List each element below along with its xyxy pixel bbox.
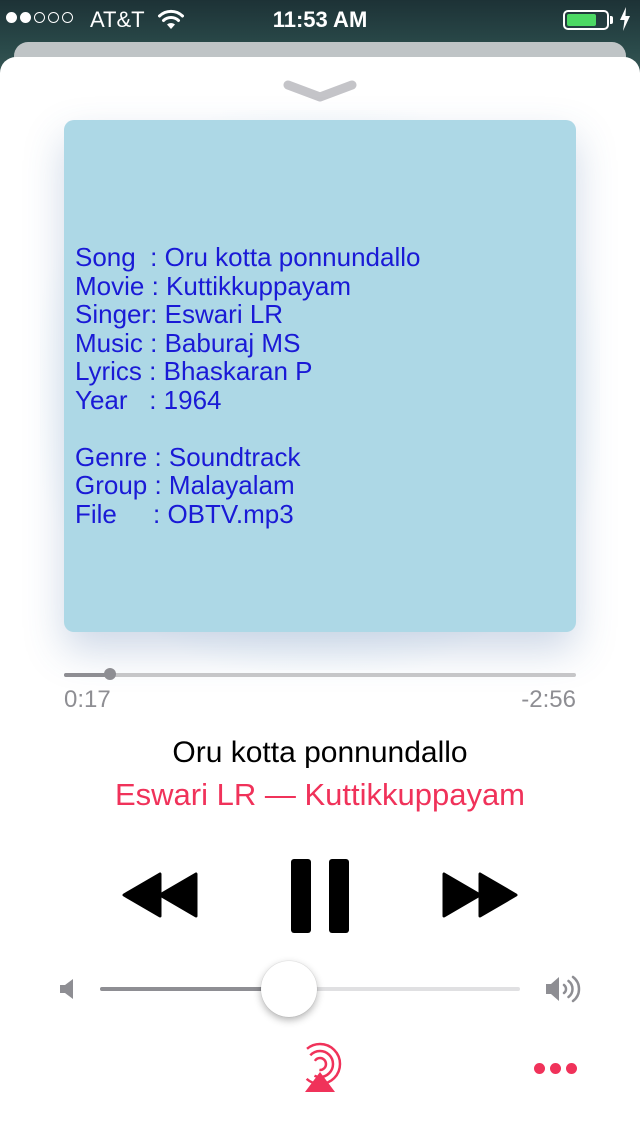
artwork-line: Movie : Kuttikkuppayam (75, 270, 352, 301)
artwork-line: Music : Baburaj MS (75, 327, 301, 358)
more-dot (566, 1062, 577, 1074)
pause-icon[interactable] (291, 859, 349, 933)
chevron-down-icon[interactable] (283, 78, 357, 104)
more-dot (534, 1062, 545, 1074)
artwork-line: Group : Malayalam (75, 470, 295, 500)
battery-tip (610, 16, 613, 24)
elapsed-time: 0:17 (64, 686, 111, 713)
rewind-icon[interactable] (122, 872, 198, 918)
charging-bolt-icon (620, 7, 630, 31)
more-icon[interactable] (534, 1058, 580, 1078)
volume-knob[interactable] (261, 961, 317, 1017)
artwork-line: Song : Oru kotta ponnundallo (75, 242, 421, 272)
remaining-time: -2:56 (521, 686, 576, 713)
airplay-icon[interactable] (295, 1042, 345, 1094)
battery-icon (563, 10, 609, 30)
clock: 11:53 AM (272, 7, 368, 32)
more-dot (550, 1062, 561, 1074)
battery-level (567, 14, 596, 26)
artwork-line (75, 414, 420, 443)
artwork-line: Lyrics : Bhaskaran P (75, 356, 313, 386)
artwork-line: Singer: Eswari LR (75, 299, 284, 329)
artist-album[interactable]: Eswari LR — Kuttikkuppayam (0, 777, 640, 813)
status-bar: AT&T 11:53 AM (0, 0, 640, 40)
volume-low-icon (60, 979, 73, 999)
volume-high-icon (546, 975, 581, 1003)
artwork-line: Genre : Soundtrack (75, 441, 301, 472)
song-title: Oru kotta ponnundallo (172, 736, 468, 769)
progress-track[interactable] (64, 673, 576, 677)
fast-forward-icon[interactable] (442, 872, 518, 918)
artwork-text: Song : Oru kotta ponnundallo Movie : Kutt… (75, 243, 420, 528)
artwork-line: Year : 1964 (75, 384, 222, 415)
progress-scrubber[interactable] (104, 668, 117, 680)
artwork-line: File : OBTV.mp3 (75, 498, 294, 529)
